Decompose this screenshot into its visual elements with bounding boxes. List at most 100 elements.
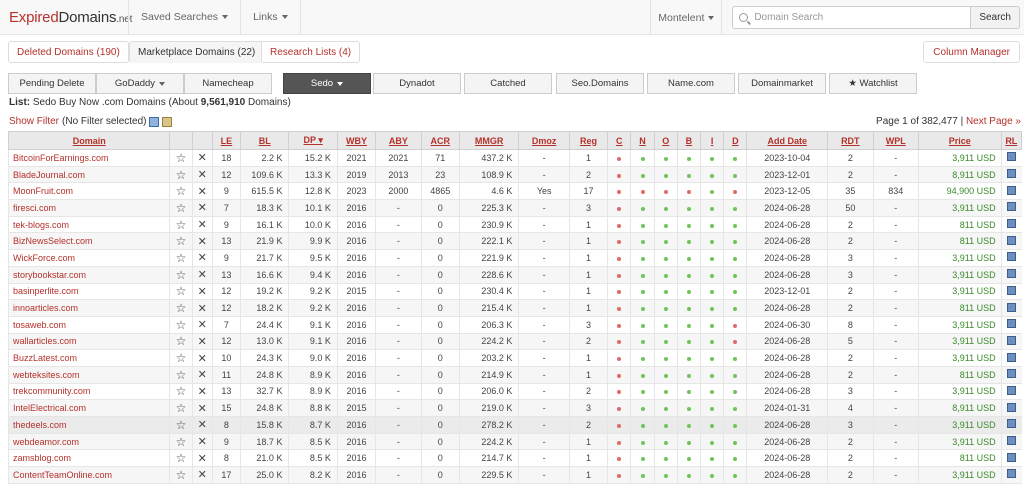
watch-star-cell[interactable]: ☆ [169, 283, 193, 301]
price-value[interactable]: 3,911 USD [917, 283, 1002, 301]
rl-cell[interactable] [1000, 316, 1022, 334]
remove-cell[interactable]: ✕ [191, 182, 213, 201]
x-icon[interactable]: ✕ [198, 419, 207, 431]
rl-cell[interactable] [1000, 216, 1022, 234]
star-icon[interactable]: ☆ [176, 384, 187, 398]
price-value[interactable]: 3,911 USD [917, 149, 1002, 167]
rl-cell[interactable] [1000, 283, 1022, 301]
remove-cell[interactable]: ✕ [191, 349, 213, 367]
table-row[interactable]: BuzzLatest.com ☆ ✕ 10 24.3 K 9.0 K 2016-0 203.2… [7, 349, 1022, 367]
filter-namecheap[interactable]: Namecheap [184, 73, 272, 94]
x-icon[interactable]: ✕ [198, 202, 207, 214]
search-button[interactable]: Search [970, 6, 1020, 29]
x-icon[interactable]: ✕ [198, 186, 207, 198]
rl-cell[interactable] [1000, 182, 1022, 201]
domain-link[interactable]: WickForce.com [7, 249, 170, 267]
col-header-o[interactable]: O [653, 131, 678, 150]
table-row[interactable]: tek-blogs.com ☆ ✕ 9 16.1 K 10.0 K 2016-0 230.9 … [7, 216, 1022, 234]
rl-icon[interactable] [1007, 152, 1017, 162]
watch-star-cell[interactable]: ☆ [169, 249, 193, 267]
rl-cell[interactable] [1000, 433, 1022, 451]
save-icon[interactable] [149, 116, 160, 127]
rl-cell[interactable] [1000, 199, 1022, 217]
column-manager-button[interactable]: Column Manager [923, 41, 1020, 63]
site-logo[interactable]: ExpiredDomains.net [0, 9, 132, 26]
price-value[interactable]: 811 USD [917, 216, 1002, 234]
domain-link[interactable]: zamsblog.com [7, 449, 170, 468]
watch-star-cell[interactable]: ☆ [169, 333, 193, 351]
filter-watchlist[interactable]: ★ Watchlist [829, 73, 917, 94]
x-icon[interactable]: ✕ [198, 219, 207, 231]
domain-link[interactable]: wallarticles.com [7, 333, 170, 351]
watch-star-cell[interactable]: ☆ [169, 266, 193, 284]
price-value[interactable]: 811 USD [917, 232, 1002, 251]
rl-cell[interactable] [1000, 266, 1022, 284]
rl-cell[interactable] [1000, 383, 1022, 401]
col-header-wpl[interactable]: WPL [872, 131, 919, 150]
star-icon[interactable]: ☆ [176, 201, 187, 215]
domain-link[interactable]: storybookstar.com [7, 266, 170, 284]
domain-link[interactable]: thedeels.com [7, 416, 170, 434]
col-header-le[interactable]: LE [211, 131, 242, 150]
tab-deleted-domains[interactable]: Deleted Domains (190) [8, 41, 129, 63]
x-icon[interactable]: ✕ [198, 169, 207, 181]
table-row[interactable]: trekcommunity.com ☆ ✕ 13 32.7 K 8.9 K 2016-0 20… [7, 383, 1022, 401]
table-row[interactable]: BitcoinForEarnings.com ☆ ✕ 18 2.2 K 15.2 K 202… [7, 149, 1022, 167]
col-header-i[interactable]: I [700, 131, 725, 150]
domain-link[interactable]: tosaweb.com [7, 316, 170, 334]
filter-catched[interactable]: Catched [464, 73, 552, 94]
table-row[interactable]: WickForce.com ☆ ✕ 9 21.7 K 9.5 K 2016-0 221.9 K… [7, 249, 1022, 267]
watch-star-cell[interactable]: ☆ [169, 149, 193, 167]
table-row[interactable]: wallarticles.com ☆ ✕ 12 13.0 K 9.1 K 2016-0 224… [7, 333, 1022, 351]
star-icon[interactable]: ☆ [176, 368, 187, 382]
col-header-mmgr[interactable]: MMGR [458, 131, 520, 150]
table-row[interactable]: basinperlite.com ☆ ✕ 12 19.2 K 9.2 K 2015-0 230… [7, 283, 1022, 301]
price-value[interactable]: 3,911 USD [917, 333, 1002, 351]
star-icon[interactable]: ☆ [176, 151, 187, 165]
star-icon[interactable]: ☆ [176, 435, 187, 449]
rl-cell[interactable] [1000, 416, 1022, 434]
domain-link[interactable]: basinperlite.com [7, 283, 170, 301]
watch-star-cell[interactable]: ☆ [169, 316, 193, 334]
rl-icon[interactable] [1007, 319, 1017, 329]
watch-star-cell[interactable]: ☆ [169, 166, 193, 184]
filter-sedo[interactable]: Sedo [283, 73, 371, 94]
next-page-link[interactable]: Next Page » [966, 116, 1021, 127]
remove-cell[interactable]: ✕ [191, 149, 213, 167]
domain-link[interactable]: MoonFruit.com [7, 182, 170, 201]
sort-desc-icon[interactable]: ▾ [316, 135, 323, 145]
x-icon[interactable]: ✕ [198, 336, 207, 348]
rl-icon[interactable] [1007, 402, 1017, 412]
domain-link[interactable]: firesci.com [7, 199, 170, 217]
rl-icon[interactable] [1007, 169, 1017, 179]
table-row[interactable]: IntelElectrical.com ☆ ✕ 15 24.8 K 8.8 K 2015-0… [7, 399, 1022, 417]
remove-cell[interactable]: ✕ [191, 283, 213, 301]
tab-marketplace-domains[interactable]: Marketplace Domains (22) [129, 41, 265, 63]
rl-icon[interactable] [1007, 469, 1017, 479]
filter-seo-domains[interactable]: Seo.Domains [556, 73, 644, 94]
remove-cell[interactable]: ✕ [191, 299, 213, 317]
price-value[interactable]: 8,911 USD [917, 166, 1002, 184]
watch-star-cell[interactable]: ☆ [169, 366, 193, 384]
remove-cell[interactable]: ✕ [191, 333, 213, 351]
watch-star-cell[interactable]: ☆ [169, 349, 193, 367]
star-icon[interactable]: ☆ [176, 468, 187, 482]
star-icon[interactable]: ☆ [176, 418, 187, 432]
watch-star-cell[interactable]: ☆ [169, 232, 193, 251]
price-value[interactable]: 8,911 USD [917, 399, 1002, 417]
price-value[interactable]: 811 USD [917, 299, 1002, 317]
rl-cell[interactable] [1000, 299, 1022, 317]
rl-cell[interactable] [1000, 349, 1022, 367]
rl-icon[interactable] [1007, 352, 1017, 362]
col-header-domain[interactable]: Domain [7, 131, 171, 150]
folder-icon[interactable] [162, 116, 173, 127]
rl-icon[interactable] [1007, 235, 1017, 245]
star-icon[interactable]: ☆ [176, 318, 187, 332]
rl-cell[interactable] [1000, 449, 1022, 468]
table-row[interactable]: BladeJournal.com ☆ ✕ 12 109.6 K 13.3 K 2019 201… [7, 166, 1022, 184]
remove-cell[interactable]: ✕ [191, 216, 213, 234]
domain-link[interactable]: trekcommunity.com [7, 383, 170, 401]
price-value[interactable]: 94,900 USD [917, 182, 1002, 201]
x-icon[interactable]: ✕ [198, 252, 207, 264]
x-icon[interactable]: ✕ [198, 453, 207, 465]
